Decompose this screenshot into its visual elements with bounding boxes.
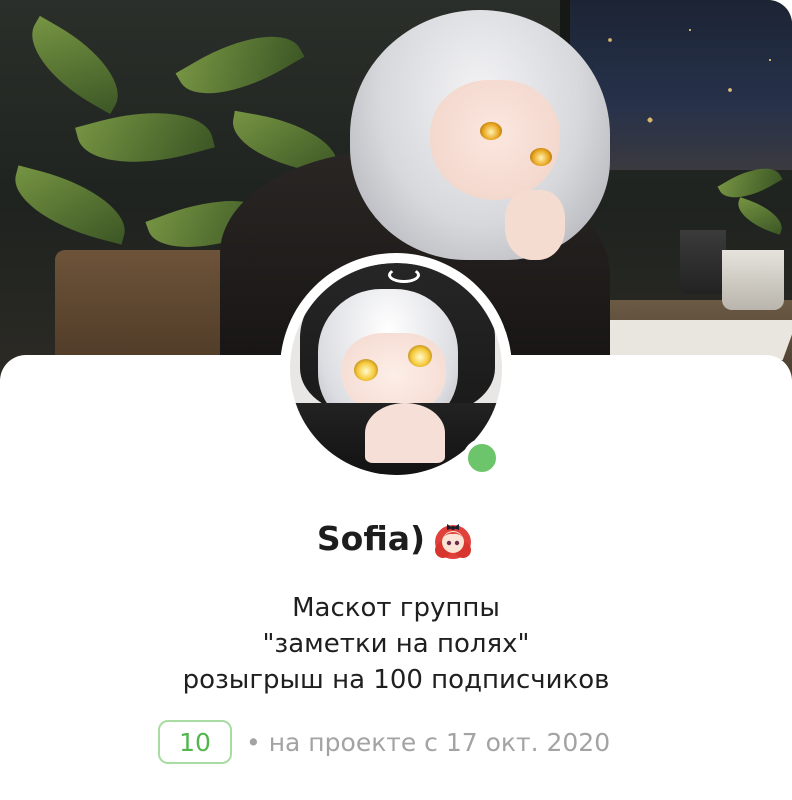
cover-plant-pot xyxy=(722,250,784,310)
plant-leaf xyxy=(175,13,305,117)
avatar-eye xyxy=(354,359,378,381)
avatar-eye xyxy=(408,345,432,367)
joined-date: • на проекте с 17 окт. 2020 xyxy=(246,727,611,757)
girl-emoji-icon xyxy=(431,516,475,560)
plant-leaf xyxy=(732,197,788,235)
plant-leaf xyxy=(75,94,215,181)
profile-name: Sofia) xyxy=(316,518,426,558)
plant-leaf xyxy=(14,15,136,115)
cover-pen-cup xyxy=(680,230,726,294)
profile-meta-row: 10 • на проекте с 17 окт. 2020 xyxy=(158,718,610,766)
cover-girl-face xyxy=(430,80,560,200)
plant-leaf xyxy=(5,165,135,245)
cover-girl-hand xyxy=(505,190,565,260)
avatar-hood-mark xyxy=(388,267,420,283)
profile-bio: Маскот группы "заметки на полях" розыгры… xyxy=(0,590,792,698)
bio-line: "заметки на полях" xyxy=(262,629,530,659)
online-status-dot xyxy=(463,439,501,477)
cover-girl-eye xyxy=(480,122,502,140)
bio-line: розыгрыш на 100 подписчиков xyxy=(182,665,610,695)
name-row: Sofia) xyxy=(0,516,792,560)
level-badge[interactable]: 10 xyxy=(158,720,232,764)
avatar-heart-hands xyxy=(365,403,445,463)
bio-line: Маскот группы xyxy=(292,593,500,623)
profile-screen: Sofia) Маскот группы "заметки на полях" … xyxy=(0,0,792,800)
cover-girl-eye xyxy=(530,148,552,166)
